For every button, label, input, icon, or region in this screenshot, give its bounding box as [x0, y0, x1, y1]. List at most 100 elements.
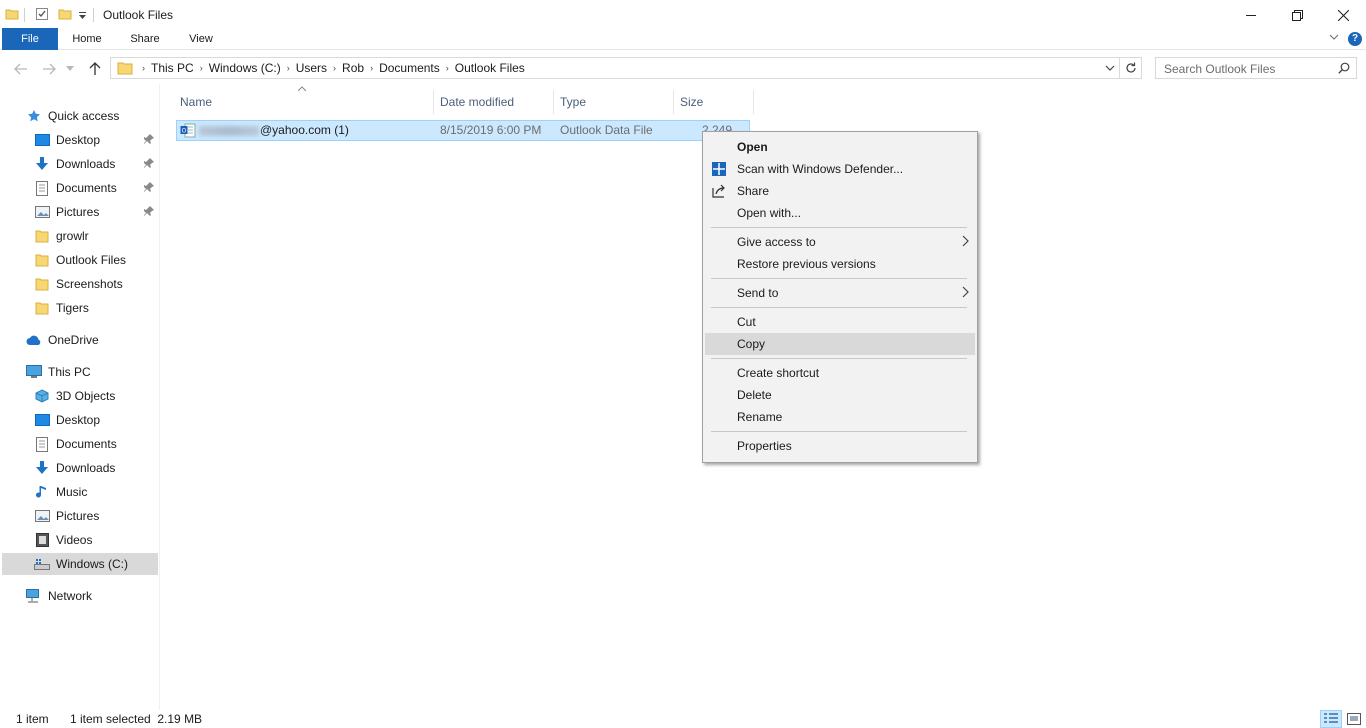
breadcrumb-separator: › — [333, 63, 337, 73]
menu-label: Rename — [737, 410, 783, 424]
chevron-down-icon — [1105, 65, 1115, 71]
chevron-right-icon — [962, 286, 969, 298]
item-count: 1 item — [16, 712, 49, 726]
restore-button[interactable] — [1274, 0, 1320, 30]
menu-item-create-shortcut[interactable]: Create shortcut — [705, 362, 975, 384]
refresh-button[interactable] — [1119, 58, 1141, 78]
nav-label: Music — [56, 485, 88, 499]
tab-share[interactable]: Share — [120, 28, 170, 50]
download-arrow-icon — [34, 156, 50, 172]
nav-pc-documents[interactable]: Documents — [34, 433, 158, 455]
menu-item-give-access[interactable]: Give access to — [705, 231, 975, 253]
close-button[interactable] — [1320, 0, 1366, 30]
nav-pc-downloads[interactable]: Downloads — [34, 457, 158, 479]
details-view-button[interactable] — [1320, 710, 1342, 728]
new-folder-icon[interactable] — [58, 7, 72, 21]
breadcrumb-separator: › — [445, 63, 449, 73]
column-header-type[interactable]: Type — [554, 90, 674, 114]
chevron-down-icon — [66, 66, 74, 71]
nav-tigers[interactable]: Tigers — [34, 297, 158, 319]
cloud-icon — [26, 332, 42, 348]
menu-item-scan-defender[interactable]: Scan with Windows Defender... — [705, 158, 975, 180]
menu-item-properties[interactable]: Properties — [705, 435, 975, 457]
nav-videos[interactable]: Videos — [34, 529, 158, 551]
nav-windows-c[interactable]: Windows (C:) — [2, 553, 158, 575]
tab-home[interactable]: Home — [62, 28, 112, 50]
address-bar[interactable]: › This PC › Windows (C:) › Users › Rob ›… — [110, 57, 1142, 79]
menu-label: Give access to — [737, 235, 816, 249]
nav-label: 3D Objects — [56, 389, 116, 403]
nav-downloads[interactable]: Downloads — [34, 153, 158, 175]
expand-ribbon-icon[interactable] — [1328, 31, 1340, 43]
minimize-icon — [1246, 15, 1256, 16]
menu-label: Properties — [737, 439, 792, 453]
details-view-icon — [1324, 713, 1338, 723]
properties-check-icon[interactable] — [35, 7, 49, 21]
nav-screenshots[interactable]: Screenshots — [34, 273, 158, 295]
nav-label: Tigers — [56, 301, 89, 315]
menu-item-share[interactable]: Share — [705, 180, 975, 202]
desktop-icon — [34, 132, 50, 148]
menu-item-open[interactable]: Open — [705, 136, 975, 158]
nav-pictures[interactable]: Pictures — [34, 201, 158, 223]
menu-item-restore-versions[interactable]: Restore previous versions — [705, 253, 975, 275]
pin-icon[interactable] — [144, 206, 154, 217]
nav-label: OneDrive — [48, 333, 99, 347]
menu-label: Cut — [737, 315, 756, 329]
recent-locations-button[interactable] — [64, 60, 76, 78]
nav-label: Downloads — [56, 157, 116, 171]
column-header-name[interactable]: Name — [174, 90, 434, 114]
file-row[interactable]: O @yahoo.com (1) 8/15/2019 6:00 PM Outlo… — [176, 120, 750, 151]
menu-item-delete[interactable]: Delete — [705, 384, 975, 406]
nav-network[interactable]: Network — [26, 585, 158, 607]
nav-quick-access[interactable]: Quick access — [26, 105, 158, 127]
breadcrumb-outlook-files[interactable]: Outlook Files — [452, 61, 528, 75]
menu-item-cut[interactable]: Cut — [705, 311, 975, 333]
nav-music[interactable]: Music — [34, 481, 158, 503]
large-icons-view-button[interactable] — [1343, 710, 1365, 728]
breadcrumb-rob[interactable]: Rob — [339, 61, 367, 75]
breadcrumb-separator: › — [286, 63, 290, 73]
nav-desktop[interactable]: Desktop — [34, 129, 158, 151]
breadcrumb-this-pc[interactable]: This PC — [148, 61, 197, 75]
breadcrumb-documents[interactable]: Documents — [376, 61, 443, 75]
column-header-size[interactable]: Size — [674, 90, 754, 114]
search-box[interactable]: Search Outlook Files — [1155, 57, 1357, 79]
menu-separator — [711, 307, 967, 308]
breadcrumb-windows-c[interactable]: Windows (C:) — [206, 61, 284, 75]
menu-label: Create shortcut — [737, 366, 820, 380]
address-history-button[interactable] — [1103, 58, 1117, 78]
breadcrumb-users[interactable]: Users — [293, 61, 330, 75]
tab-view[interactable]: View — [178, 28, 224, 50]
film-icon — [34, 532, 50, 548]
nav-growlr[interactable]: growlr — [34, 225, 158, 247]
nav-documents[interactable]: Documents — [34, 177, 158, 199]
nav-pc-desktop[interactable]: Desktop — [34, 409, 158, 431]
menu-item-copy[interactable]: Copy — [705, 333, 975, 355]
menu-item-send-to[interactable]: Send to — [705, 282, 975, 304]
nav-onedrive[interactable]: OneDrive — [26, 329, 158, 351]
up-button[interactable] — [86, 60, 104, 78]
forward-button[interactable] — [40, 60, 58, 78]
pin-icon[interactable] — [144, 158, 154, 169]
menu-item-open-with[interactable]: Open with... — [705, 202, 975, 224]
nav-outlook-files[interactable]: Outlook Files — [34, 249, 158, 271]
column-header-date-modified[interactable]: Date modified — [434, 90, 554, 114]
nav-this-pc[interactable]: This PC — [26, 361, 158, 383]
back-button[interactable] — [12, 60, 30, 78]
menu-label: Restore previous versions — [737, 257, 876, 271]
tab-file[interactable]: File — [2, 28, 58, 50]
search-icon[interactable] — [1338, 62, 1350, 74]
pin-icon[interactable] — [144, 134, 154, 145]
customize-dropdown-icon[interactable] — [78, 11, 87, 20]
minimize-button[interactable] — [1228, 0, 1274, 30]
arrow-left-icon — [14, 63, 27, 75]
menu-item-rename[interactable]: Rename — [705, 406, 975, 428]
nav-3d-objects[interactable]: 3D Objects — [34, 385, 158, 407]
menu-label: Copy — [737, 337, 766, 351]
nav-pc-pictures[interactable]: Pictures — [34, 505, 158, 527]
nav-label: Outlook Files — [56, 253, 127, 267]
help-icon[interactable]: ? — [1348, 32, 1362, 46]
pin-icon[interactable] — [144, 182, 154, 193]
document-icon — [34, 436, 50, 452]
